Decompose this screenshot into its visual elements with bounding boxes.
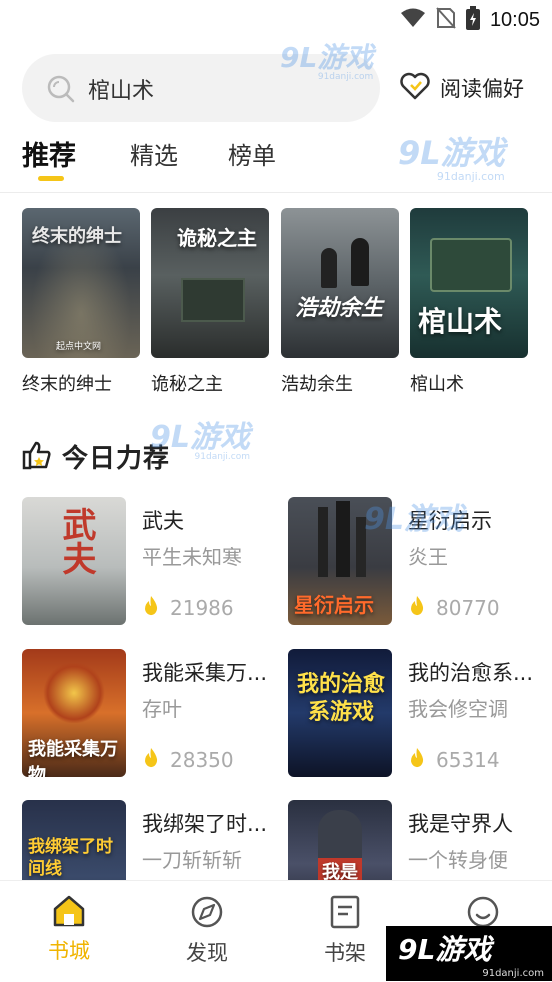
home-icon [52,895,86,931]
reading-preference-button[interactable]: 阅读偏好 [400,72,524,104]
nav-bookstore[interactable]: 书城 [24,895,114,965]
featured-book[interactable]: 终末的绅士 起点中文网 终末的绅士 [22,208,140,396]
book-title: 浩劫余生 [281,374,353,395]
search-query: 棺山术 [88,79,155,104]
book-cover: 终末的绅士 起点中文网 [22,208,140,358]
nav-bookshelf[interactable]: 书架 [300,895,390,967]
flame-icon [142,747,160,773]
book-author: 一个转身便 [408,848,508,872]
recommendation-item[interactable]: 我的治愈系游戏 我的治愈系... 我会修空调 65314 [288,649,538,777]
popularity: 21986 [142,595,234,621]
tab-selected[interactable]: 精选 [130,136,178,171]
thumbs-up-icon [22,440,52,474]
wifi-icon [400,8,426,32]
book-cover: 浩劫余生 [281,208,399,358]
book-title: 我的治愈系... [408,661,534,685]
tab-active-indicator [38,176,64,181]
nav-discover[interactable]: 发现 [162,895,252,967]
featured-books-row: 终末的绅士 起点中文网 终末的绅士 诡秘之主 诡秘之主 浩劫余生 浩劫余生 棺山… [22,208,532,398]
flame-icon [408,747,426,773]
popularity-count: 65314 [436,748,500,772]
tabs-divider [0,192,552,193]
popularity: 28350 [142,747,234,773]
tab-ranking[interactable]: 榜单 [228,136,276,171]
reading-preference-label: 阅读偏好 [440,77,524,101]
flame-icon [142,595,160,621]
popularity-count: 21986 [170,596,234,620]
book-title: 我绑架了时... [142,812,268,836]
book-title: 诡秘之主 [151,374,223,395]
watermark-logo: 9L游戏 91danji.com [280,41,374,82]
featured-book[interactable]: 棺山术 棺山术 [410,208,528,396]
watermark-logo: 9L游戏 91danji.com [398,134,505,183]
book-cover: 诡秘之主 [151,208,269,358]
book-author: 一刀斩斩斩 [142,848,242,872]
status-bar: 10:05 [0,0,552,38]
tab-recommend[interactable]: 推荐 [22,134,76,173]
watermark-badge: 9L游戏 91danji.com [386,926,552,981]
featured-book[interactable]: 诡秘之主 诡秘之主 [151,208,269,396]
popularity-count: 80770 [436,596,500,620]
book-title: 棺山术 [410,374,464,395]
book-title: 我能采集万... [142,661,268,685]
book-cover: 武夫 [22,497,126,625]
book-author: 炎王 [408,545,448,569]
book-author: 存叶 [142,697,182,721]
section-header: 今日力荐 [22,438,170,475]
featured-book[interactable]: 浩劫余生 浩劫余生 [281,208,399,396]
no-sim-icon [436,7,456,33]
battery-icon [465,6,480,34]
popularity-count: 28350 [170,748,234,772]
recommendation-item[interactable]: 武夫 武夫 平生未知寒 21986 [22,497,272,625]
book-cover: 我的治愈系游戏 [288,649,392,777]
watermark-logo: 9L游戏 91danji.com [150,420,250,462]
book-title: 武夫 [142,509,184,533]
recommendation-item[interactable]: 我能采集万物 我能采集万... 存叶 28350 [22,649,272,777]
bookshelf-icon [329,895,361,933]
book-cover: 我能采集万物 [22,649,126,777]
book-cover: 棺山术 [410,208,528,358]
discover-icon [190,896,224,933]
book-title: 终末的绅士 [22,374,112,395]
popularity: 80770 [408,595,500,621]
heart-icon [400,72,430,104]
status-time: 10:05 [489,8,540,31]
search-icon [46,74,76,108]
watermark-logo: 9L游戏 [364,502,464,537]
book-title: 我是守界人 [408,812,513,836]
book-author: 平生未知寒 [142,545,242,569]
book-author: 我会修空调 [408,697,508,721]
flame-icon [408,595,426,621]
popularity: 65314 [408,747,500,773]
